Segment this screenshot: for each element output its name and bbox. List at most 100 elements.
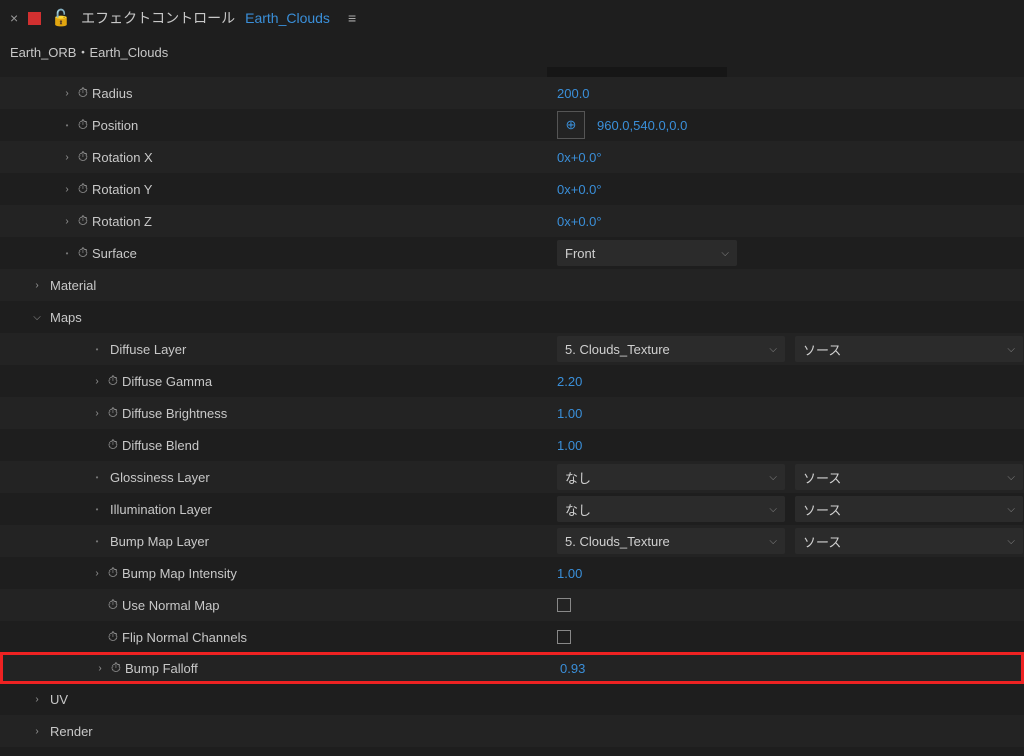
stopwatch-icon[interactable]: ⏱ — [104, 405, 122, 421]
prop-label: Diffuse Gamma — [122, 374, 212, 389]
value-rotation-y[interactable]: 0x+0.0° — [557, 182, 602, 197]
stopwatch-icon[interactable]: ⏱ — [104, 597, 122, 613]
prop-row-maps: ⌵ Maps — [0, 301, 1024, 333]
stopwatch-icon[interactable]: ⏱ — [104, 629, 122, 645]
twisty-open-icon[interactable]: ⌵ — [30, 312, 44, 323]
glossiness-layer-dropdown[interactable]: なし ⌵ — [557, 464, 785, 490]
value-diffuse-gamma[interactable]: 2.20 — [557, 374, 582, 389]
prop-label: UV — [50, 692, 68, 707]
prop-row-illumination-layer: • Illumination Layer なし ⌵ ソース ⌵ — [0, 493, 1024, 525]
chevron-down-icon: ⌵ — [769, 536, 777, 547]
stopwatch-icon[interactable]: ⏱ — [107, 660, 125, 676]
stopwatch-icon[interactable]: ⏱ — [74, 117, 92, 133]
illumination-layer-dropdown[interactable]: なし ⌵ — [557, 496, 785, 522]
diffuse-layer-source-dropdown[interactable]: ソース ⌵ — [795, 336, 1023, 362]
prop-label: Use Normal Map — [122, 598, 220, 613]
chevron-down-icon: ⌵ — [1007, 536, 1015, 547]
prop-label: Glossiness Layer — [110, 470, 210, 485]
value-position[interactable]: 960.0,540.0,0.0 — [597, 118, 687, 133]
value-bump-map-intensity[interactable]: 1.00 — [557, 566, 582, 581]
crosshair-button[interactable]: ⊕ — [557, 111, 585, 139]
dropdown-value: ソース — [803, 500, 841, 519]
properties-list: › ⏱ Radius 200.0 • ⏱ Position ⊕ 960.0,54… — [0, 77, 1024, 747]
twisty-icon[interactable]: › — [30, 694, 44, 705]
bullet-icon: • — [60, 249, 74, 258]
illumination-layer-source-dropdown[interactable]: ソース ⌵ — [795, 496, 1023, 522]
twisty-icon[interactable]: › — [30, 280, 44, 291]
prop-label: Render — [50, 724, 93, 739]
dropdown-value: なし — [565, 500, 591, 519]
bump-map-layer-dropdown[interactable]: 5. Clouds_Texture ⌵ — [557, 528, 785, 554]
value-radius[interactable]: 200.0 — [557, 86, 590, 101]
stopwatch-icon[interactable]: ⏱ — [74, 213, 92, 229]
stopwatch-icon[interactable]: ⏱ — [74, 85, 92, 101]
prop-label: Diffuse Brightness — [122, 406, 227, 421]
prop-label: Diffuse Layer — [110, 342, 186, 357]
chevron-down-icon: ⌵ — [721, 248, 729, 259]
diffuse-layer-dropdown[interactable]: 5. Clouds_Texture ⌵ — [557, 336, 785, 362]
prop-label: Bump Falloff — [125, 661, 198, 676]
prop-row-bump-map-intensity: › ⏱ Bump Map Intensity 1.00 — [0, 557, 1024, 589]
glossiness-layer-source-dropdown[interactable]: ソース ⌵ — [795, 464, 1023, 490]
prop-row-position: • ⏱ Position ⊕ 960.0,540.0,0.0 — [0, 109, 1024, 141]
prop-row-material: › Material — [0, 269, 1024, 301]
value-diffuse-brightness[interactable]: 1.00 — [557, 406, 582, 421]
value-diffuse-blend[interactable]: 1.00 — [557, 438, 582, 453]
twisty-icon[interactable]: › — [60, 216, 74, 227]
dropdown-value: 5. Clouds_Texture — [565, 534, 670, 549]
dropdown-value: ソース — [803, 532, 841, 551]
chevron-down-icon: ⌵ — [769, 504, 777, 515]
chevron-down-icon: ⌵ — [1007, 472, 1015, 483]
value-bump-falloff[interactable]: 0.93 — [560, 661, 585, 676]
lock-icon[interactable]: 🔓 — [51, 8, 71, 28]
twisty-icon[interactable]: › — [90, 376, 104, 387]
bullet-icon: • — [90, 473, 104, 482]
twisty-icon[interactable]: › — [90, 408, 104, 419]
prop-label: Rotation Y — [92, 182, 152, 197]
prop-label: Bump Map Intensity — [122, 566, 237, 581]
stopwatch-icon[interactable]: ⏱ — [74, 181, 92, 197]
prop-row-render: › Render — [0, 715, 1024, 747]
surface-dropdown[interactable]: Front ⌵ — [557, 240, 737, 266]
twisty-icon[interactable]: › — [60, 184, 74, 195]
dropdown-value: 5. Clouds_Texture — [565, 342, 670, 357]
stopwatch-icon[interactable]: ⏱ — [74, 149, 92, 165]
prop-label: Radius — [92, 86, 132, 101]
prop-label: Rotation Z — [92, 214, 152, 229]
stopwatch-icon[interactable]: ⏱ — [104, 437, 122, 453]
value-rotation-x[interactable]: 0x+0.0° — [557, 150, 602, 165]
prop-row-rotation-z: › ⏱ Rotation Z 0x+0.0° — [0, 205, 1024, 237]
stopwatch-icon[interactable]: ⏱ — [104, 373, 122, 389]
bullet-icon: • — [90, 345, 104, 354]
record-indicator-icon[interactable] — [28, 12, 41, 25]
flip-normal-channels-checkbox[interactable] — [557, 630, 571, 644]
bump-map-layer-source-dropdown[interactable]: ソース ⌵ — [795, 528, 1023, 554]
prop-label: Rotation X — [92, 150, 153, 165]
prop-row-uv: › UV — [0, 683, 1024, 715]
twisty-icon[interactable]: › — [90, 568, 104, 579]
twisty-icon[interactable]: › — [30, 726, 44, 737]
chevron-down-icon: ⌵ — [769, 472, 777, 483]
twisty-icon[interactable]: › — [60, 88, 74, 99]
stopwatch-icon[interactable]: ⏱ — [104, 565, 122, 581]
breadcrumb: Earth_ORB・Earth_Clouds — [0, 36, 1024, 67]
value-rotation-z[interactable]: 0x+0.0° — [557, 214, 602, 229]
panel-title-layer-link[interactable]: Earth_Clouds — [245, 10, 330, 26]
dropdown-value: Front — [565, 246, 595, 261]
stopwatch-icon[interactable]: ⏱ — [74, 245, 92, 261]
prop-label: Material — [50, 278, 96, 293]
use-normal-map-checkbox[interactable] — [557, 598, 571, 612]
panel-title: エフェクトコントロール — [81, 8, 235, 28]
prop-label: Illumination Layer — [110, 502, 212, 517]
twisty-icon[interactable]: › — [93, 663, 107, 674]
dropdown-value: ソース — [803, 468, 841, 487]
bullet-icon: • — [90, 537, 104, 546]
panel-menu-icon[interactable]: ≡ — [348, 10, 356, 26]
dropdown-value: ソース — [803, 340, 841, 359]
prop-row-bump-map-layer: • Bump Map Layer 5. Clouds_Texture ⌵ ソース… — [0, 525, 1024, 557]
prop-label: Position — [92, 118, 138, 133]
bullet-icon: • — [60, 121, 74, 130]
bullet-icon: • — [90, 505, 104, 514]
close-icon[interactable]: × — [10, 10, 18, 26]
twisty-icon[interactable]: › — [60, 152, 74, 163]
